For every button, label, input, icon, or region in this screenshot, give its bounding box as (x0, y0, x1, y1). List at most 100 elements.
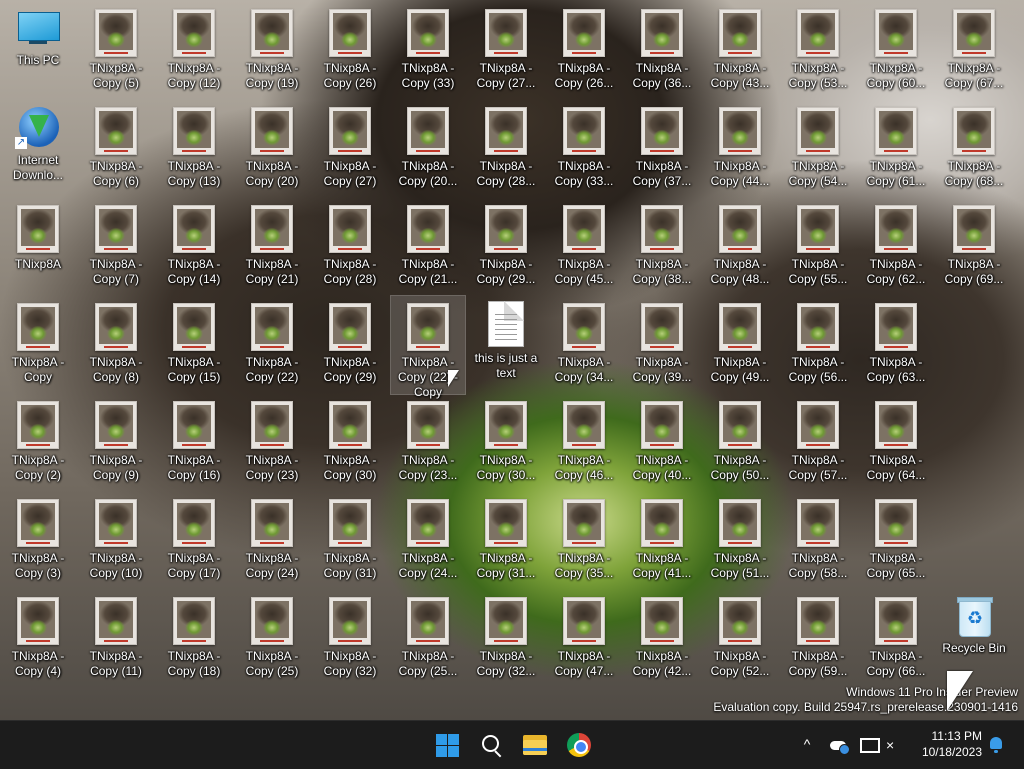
desktop-icon[interactable]: TNixp8A - Copy (13) (157, 100, 231, 194)
desktop[interactable]: This PC ↗ Internet Downlo... TNixp8A TNixp8A… (0, 0, 1024, 720)
desktop-icon[interactable]: ♻ Recycle Bin (937, 590, 1011, 684)
desktop-icon[interactable]: TNixp8A - Copy (5) (79, 2, 153, 96)
desktop-icon[interactable]: TNixp8A - Copy (44... (703, 100, 777, 194)
desktop-icon[interactable]: TNixp8A - Copy (57... (781, 394, 855, 488)
desktop-icon[interactable]: TNixp8A - Copy (62... (859, 198, 933, 292)
desktop-icon[interactable]: TNixp8A - Copy (20... (391, 100, 465, 194)
desktop-icon[interactable]: TNixp8A - Copy (27) (313, 100, 387, 194)
desktop-icon[interactable]: TNixp8A - Copy (30... (469, 394, 543, 488)
desktop-icon[interactable]: TNixp8A - Copy (14) (157, 198, 231, 292)
desktop-icon[interactable]: TNixp8A - Copy (21... (391, 198, 465, 292)
desktop-icon[interactable]: TNixp8A - Copy (20) (235, 100, 309, 194)
desktop-icon[interactable]: TNixp8A - Copy (24) (235, 492, 309, 586)
desktop-icon[interactable]: TNixp8A - Copy (58... (781, 492, 855, 586)
desktop-icon[interactable]: TNixp8A - Copy (69... (937, 198, 1011, 292)
desktop-icon[interactable]: TNixp8A - Copy (31... (469, 492, 543, 586)
desktop-icon[interactable]: TNixp8A - Copy (66... (859, 590, 933, 684)
desktop-icon[interactable]: TNixp8A - Copy (43... (703, 2, 777, 96)
desktop-icon[interactable]: TNixp8A - Copy (28... (469, 100, 543, 194)
notification-bell-icon[interactable] (986, 735, 1006, 755)
folder-icon[interactable] (519, 729, 551, 761)
desktop-icon[interactable]: TNixp8A - Copy (60... (859, 2, 933, 96)
desktop-icon-label: TNixp8A - Copy (25) (245, 649, 299, 678)
onedrive-cloud-icon[interactable] (828, 735, 850, 755)
desktop-icon[interactable]: TNixp8A - Copy (9) (79, 394, 153, 488)
desktop-icon[interactable]: TNixp8A - Copy (3) (1, 492, 75, 586)
desktop-icon[interactable]: TNixp8A - Copy (25) (235, 590, 309, 684)
tray-overflow-chevron-icon[interactable]: ^ (797, 734, 817, 754)
search-icon[interactable] (475, 729, 507, 761)
desktop-icon[interactable]: TNixp8A - Copy (45... (547, 198, 621, 292)
desktop-icon[interactable]: TNixp8A - Copy (35... (547, 492, 621, 586)
desktop-icon[interactable]: TNixp8A - Copy (31) (313, 492, 387, 586)
desktop-icon[interactable]: TNixp8A (1, 198, 75, 292)
desktop-icon[interactable]: ↗ Internet Downlo... (1, 100, 75, 194)
desktop-icon[interactable]: TNixp8A - Copy (54... (781, 100, 855, 194)
desktop-icon[interactable]: TNixp8A - Copy (19) (235, 2, 309, 96)
desktop-icon[interactable]: this is just a text (469, 296, 543, 390)
desktop-icon[interactable]: TNixp8A - Copy (1, 296, 75, 390)
desktop-icon[interactable]: TNixp8A - Copy (21) (235, 198, 309, 292)
desktop-icon[interactable]: TNixp8A - Copy (42... (625, 590, 699, 684)
desktop-icon[interactable]: TNixp8A - Copy (23... (391, 394, 465, 488)
desktop-icon[interactable]: TNixp8A - Copy (32... (469, 590, 543, 684)
image-thumbnail-icon (17, 499, 59, 547)
desktop-icon[interactable]: TNixp8A - Copy (26... (547, 2, 621, 96)
desktop-icon[interactable]: TNixp8A - Copy (33) (391, 2, 465, 96)
desktop-icon[interactable]: TNixp8A - Copy (61... (859, 100, 933, 194)
desktop-icon[interactable]: TNixp8A - Copy (34... (547, 296, 621, 390)
desktop-icon[interactable]: TNixp8A - Copy (25... (391, 590, 465, 684)
desktop-icon[interactable]: TNixp8A - Copy (27... (469, 2, 543, 96)
desktop-icon[interactable]: TNixp8A - Copy (38... (625, 198, 699, 292)
desktop-icon[interactable]: TNixp8A - Copy (47... (547, 590, 621, 684)
desktop-icon[interactable]: TNixp8A - Copy (67... (937, 2, 1011, 96)
desktop-icon[interactable]: TNixp8A - Copy (52... (703, 590, 777, 684)
desktop-icon[interactable]: TNixp8A - Copy (41... (625, 492, 699, 586)
desktop-icon[interactable]: TNixp8A - Copy (63... (859, 296, 933, 390)
desktop-icon[interactable]: TNixp8A - Copy (7) (79, 198, 153, 292)
desktop-icon[interactable]: TNixp8A - Copy (53... (781, 2, 855, 96)
desktop-icon[interactable]: TNixp8A - Copy (30) (313, 394, 387, 488)
desktop-icon[interactable]: TNixp8A - Copy (37... (625, 100, 699, 194)
desktop-icon[interactable]: TNixp8A - Copy (48... (703, 198, 777, 292)
network-icon[interactable] (858, 735, 880, 755)
desktop-icon[interactable]: TNixp8A - Copy (65... (859, 492, 933, 586)
desktop-icon[interactable]: TNixp8A - Copy (32) (313, 590, 387, 684)
desktop-icon[interactable]: TNixp8A - Copy (11) (79, 590, 153, 684)
desktop-icon[interactable]: TNixp8A - Copy (2) (1, 394, 75, 488)
chrome-icon[interactable] (563, 729, 595, 761)
desktop-icon[interactable]: TNixp8A - Copy (18) (157, 590, 231, 684)
desktop-icon[interactable]: TNixp8A - Copy (8) (79, 296, 153, 390)
desktop-icon[interactable]: TNixp8A - Copy (28) (313, 198, 387, 292)
desktop-icon[interactable]: TNixp8A - Copy (17) (157, 492, 231, 586)
desktop-icon[interactable]: TNixp8A - Copy (36... (625, 2, 699, 96)
desktop-icon[interactable]: TNixp8A - Copy (50... (703, 394, 777, 488)
desktop-icon[interactable]: TNixp8A - Copy (55... (781, 198, 855, 292)
desktop-icon[interactable]: TNixp8A - Copy (51... (703, 492, 777, 586)
desktop-icon[interactable]: TNixp8A - Copy (33... (547, 100, 621, 194)
desktop-icon[interactable]: TNixp8A - Copy (56... (781, 296, 855, 390)
desktop-icon[interactable]: TNixp8A - Copy (16) (157, 394, 231, 488)
desktop-icon[interactable]: TNixp8A - Copy (68... (937, 100, 1011, 194)
volume-muted-icon[interactable]: × (886, 735, 908, 755)
desktop-icon[interactable]: TNixp8A - Copy (39... (625, 296, 699, 390)
desktop-icon[interactable]: TNixp8A - Copy (64... (859, 394, 933, 488)
desktop-icon[interactable]: TNixp8A - Copy (24... (391, 492, 465, 586)
clock[interactable]: 11:13 PM 10/18/2023 (906, 728, 982, 760)
desktop-icon[interactable]: This PC (1, 2, 75, 96)
desktop-icon[interactable]: TNixp8A - Copy (22) (235, 296, 309, 390)
desktop-icon[interactable]: TNixp8A - Copy (29... (469, 198, 543, 292)
desktop-icon[interactable]: TNixp8A - Copy (40... (625, 394, 699, 488)
desktop-icon[interactable]: TNixp8A - Copy (23) (235, 394, 309, 488)
desktop-icon[interactable]: TNixp8A - Copy (29) (313, 296, 387, 390)
desktop-icon[interactable]: TNixp8A - Copy (4) (1, 590, 75, 684)
desktop-icon[interactable]: TNixp8A - Copy (59... (781, 590, 855, 684)
desktop-icon[interactable]: TNixp8A - Copy (26) (313, 2, 387, 96)
desktop-icon[interactable]: TNixp8A - Copy (10) (79, 492, 153, 586)
desktop-icon[interactable]: TNixp8A - Copy (46... (547, 394, 621, 488)
windows-start-icon[interactable] (431, 729, 463, 761)
desktop-icon[interactable]: TNixp8A - Copy (15) (157, 296, 231, 390)
desktop-icon[interactable]: TNixp8A - Copy (6) (79, 100, 153, 194)
desktop-icon[interactable]: TNixp8A - Copy (49... (703, 296, 777, 390)
desktop-icon[interactable]: TNixp8A - Copy (12) (157, 2, 231, 96)
